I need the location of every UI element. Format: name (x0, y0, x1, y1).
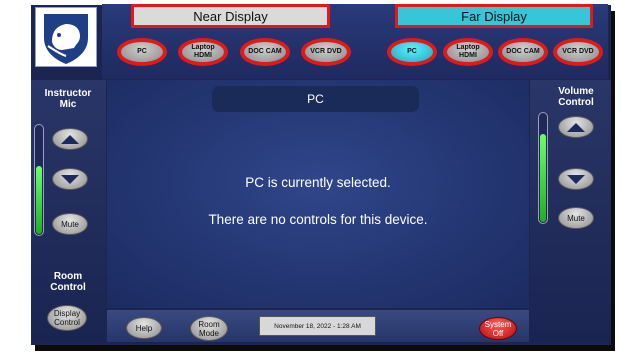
selected-source-title: PC (212, 86, 419, 112)
instructor-mic-title: Instructor Mic (44, 88, 92, 110)
mic-level-meter (34, 124, 44, 236)
mic-volume-down-button[interactable] (52, 168, 88, 190)
far-source-vcr-dvd-button[interactable]: VCR DVD (553, 38, 603, 66)
volume-mute-button[interactable]: Mute (558, 207, 594, 229)
volume-level-meter (538, 112, 548, 224)
volume-control-title: Volume Control (558, 86, 594, 108)
volume-level-fill (540, 134, 546, 222)
near-source-vcr-dvd-button[interactable]: VCR DVD (301, 38, 351, 66)
mic-volume-up-button[interactable] (52, 128, 88, 150)
room-control-title: Room Control (50, 271, 86, 293)
source-status-message: PC is currently selected. (245, 175, 391, 190)
volume-up-button[interactable] (558, 116, 594, 138)
penn-state-lion-logo (35, 7, 97, 67)
arrow-down-icon (61, 174, 79, 184)
mic-mute-button[interactable]: Mute (52, 213, 88, 235)
far-source-pc-button[interactable]: PC (387, 38, 437, 66)
mic-level-fill (36, 165, 42, 234)
far-display-tab[interactable]: Far Display (395, 4, 593, 28)
arrow-up-icon (567, 122, 585, 132)
no-controls-message: There are no controls for this device. (208, 212, 428, 227)
arrow-up-icon (61, 134, 79, 144)
near-source-laptop-hdmi-button[interactable]: Laptop HDMI (178, 38, 228, 66)
system-off-button[interactable]: System Off (479, 317, 517, 340)
near-display-tab[interactable]: Near Display (131, 4, 330, 28)
arrow-down-icon (567, 174, 585, 184)
near-source-pc-button[interactable]: PC (117, 38, 167, 66)
main-content-area (107, 80, 529, 308)
volume-down-button[interactable] (558, 168, 594, 190)
date-time-display: November 18, 2022 - 1:28 AM (259, 316, 376, 336)
near-source-doc-cam-button[interactable]: DOC CAM (240, 38, 290, 66)
display-control-button[interactable]: Display Control (47, 305, 87, 331)
room-mode-button[interactable]: Room Mode (190, 316, 228, 341)
far-source-doc-cam-button[interactable]: DOC CAM (498, 38, 548, 66)
help-button[interactable]: Help (126, 317, 162, 339)
far-source-laptop-hdmi-button[interactable]: Laptop HDMI (443, 38, 493, 66)
